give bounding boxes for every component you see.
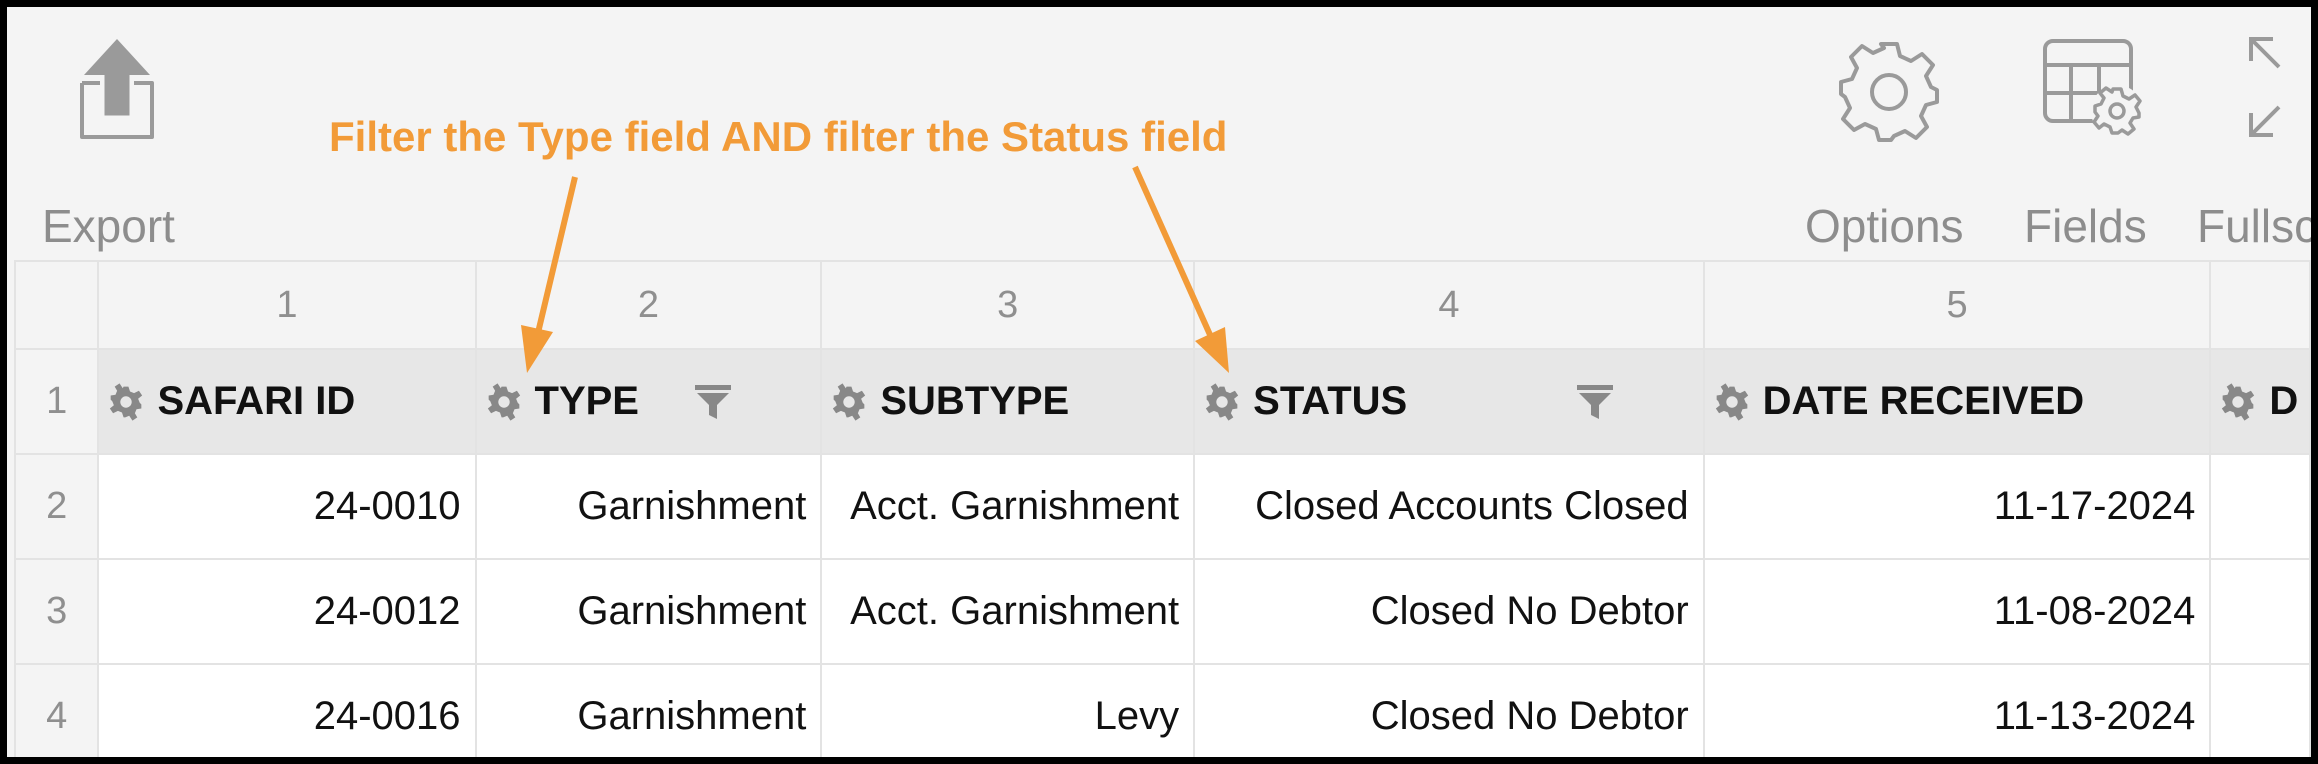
annotation-arrows (521, 165, 1229, 373)
arrow-to-type-column (521, 176, 578, 373)
app-window: Export Options Fields Fullsc Filter the … (0, 0, 2318, 764)
arrow-to-status-column (1132, 165, 1229, 373)
